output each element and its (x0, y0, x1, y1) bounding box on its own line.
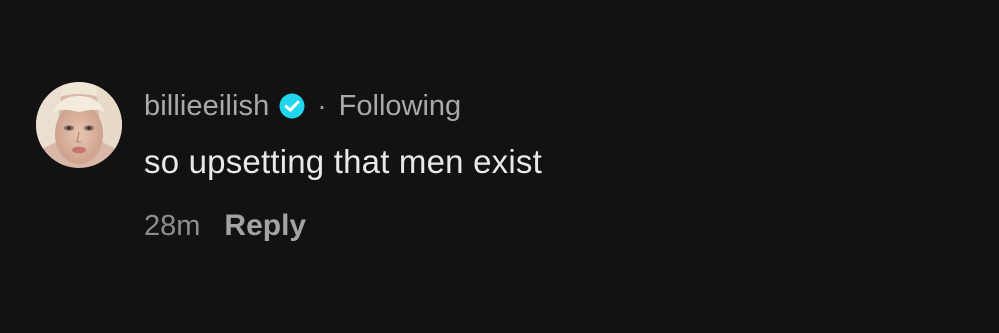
timestamp: 28m (144, 209, 201, 242)
comment-text: so upsetting that men exist (144, 143, 542, 180)
verified-check-icon (279, 93, 305, 119)
avatar[interactable] (36, 82, 122, 168)
comment-header: billieeilish · Following (144, 86, 924, 126)
comment-item: billieeilish · Following so upsetting th… (0, 0, 999, 333)
reply-button[interactable]: Reply (224, 209, 306, 243)
follow-status-label[interactable]: Following (339, 90, 462, 123)
comment-meta: 28m Reply (144, 206, 924, 246)
separator-dot: · (317, 90, 327, 121)
username-link[interactable]: billieeilish (144, 90, 269, 123)
comment-body: billieeilish · Following so upsetting th… (144, 86, 924, 246)
profile-photo-avatar (36, 82, 122, 168)
